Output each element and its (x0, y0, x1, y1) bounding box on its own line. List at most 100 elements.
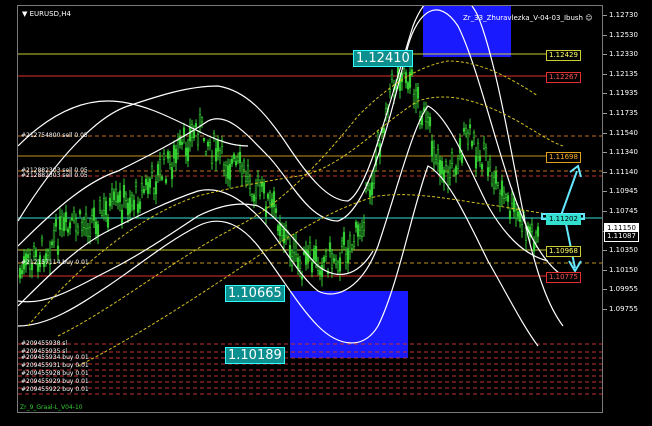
axis-tick-mark (603, 250, 607, 252)
candle-body (204, 151, 208, 155)
candle-body (372, 170, 376, 184)
candle-body (490, 175, 494, 185)
axis-tick-mark (603, 171, 607, 173)
candle-body (114, 188, 118, 202)
candle-body (156, 164, 160, 176)
candle-body (224, 165, 228, 176)
candle-body (130, 194, 134, 206)
candle-body (318, 270, 322, 276)
candle-body (334, 259, 338, 265)
candle-body (34, 249, 38, 257)
candle-body (466, 132, 470, 145)
candle-body (496, 182, 500, 186)
candle-body (390, 73, 394, 81)
candle-body (482, 142, 486, 149)
price-tag: 1.12429 (546, 50, 581, 61)
candle-body (440, 161, 444, 174)
candle-body (296, 257, 300, 269)
candle-body (434, 159, 438, 163)
symbol-timeframe: EURUSD,H4 (29, 10, 71, 18)
candle-body (480, 164, 484, 170)
candle-body (530, 223, 534, 232)
candle-body (358, 229, 362, 236)
candle-body (514, 209, 518, 219)
axis-tick-label: 1.12530 (609, 30, 638, 39)
candle-body (168, 157, 172, 165)
price-tag: 1.11202 (546, 214, 581, 225)
candle-body (410, 69, 414, 76)
footer-label: Zr_9_Graal-L_V04-10 (20, 404, 83, 411)
candle-body (198, 114, 202, 127)
candle-body (188, 126, 192, 142)
candle-body (484, 147, 488, 157)
order-label: #209455929 buy 0.01 (21, 378, 89, 385)
candle-body (226, 165, 230, 179)
candle-body (102, 197, 106, 211)
axis-tick-mark (603, 73, 607, 75)
candle-body (94, 221, 98, 235)
candle-body (332, 258, 336, 262)
axis-tick-mark (603, 15, 607, 16)
price-tag: 1.12267 (546, 72, 581, 83)
candle-body (186, 147, 190, 162)
candle-body (100, 212, 104, 217)
candle-body (498, 193, 502, 207)
candle-body (446, 172, 450, 186)
candle-body (508, 210, 512, 220)
candle-body (112, 191, 116, 200)
candle-body (324, 251, 328, 258)
candle-body (464, 127, 468, 135)
axis-tick-label: 1.10745 (609, 207, 638, 215)
axis-tick-label: 1.09955 (609, 285, 638, 294)
candle-body (214, 148, 218, 162)
chart-window[interactable]: ▼ EURUSD,H4 Zr_33_Zhuravlezka_V-04-03_Ib… (17, 5, 603, 413)
candle-body (350, 244, 354, 249)
candle-body (234, 160, 238, 166)
candle-body (126, 202, 130, 216)
candle-body (312, 248, 316, 260)
price-chart[interactable] (18, 6, 603, 413)
order-label: #212882303 sell 0.05 (21, 172, 88, 179)
candle-body (462, 128, 466, 132)
candle-body (104, 201, 108, 216)
candle-body (210, 156, 214, 164)
candle-body (172, 145, 176, 159)
candle-body (436, 149, 440, 164)
candle-body (174, 148, 178, 164)
candle-body (52, 230, 56, 243)
candle-body (414, 90, 418, 104)
candle-body (314, 245, 318, 262)
candle-body (354, 221, 358, 228)
candle-body (258, 185, 262, 196)
candle-body (438, 159, 442, 176)
dropdown-icon[interactable]: ▼ (22, 10, 27, 18)
candle-body (450, 152, 454, 164)
candle-body (330, 253, 334, 269)
candle-body (62, 217, 66, 232)
candle-body (470, 141, 474, 147)
axis-tick-mark (603, 289, 607, 291)
axis-tick-label: 1.11340 (609, 148, 638, 157)
candle-body (288, 244, 292, 259)
candle-body (272, 191, 276, 208)
candle-body (488, 158, 492, 169)
candle-body (294, 241, 298, 255)
candle-body (164, 179, 168, 184)
candle-body (344, 253, 348, 264)
candle-body (184, 147, 188, 157)
indicator-header: Zr_33_Zhuravlezka_V-04-03_Ibush ☺ (463, 14, 593, 22)
axis-tick-label: 1.10150 (609, 265, 638, 274)
candle-body (202, 137, 206, 142)
order-label: #209455928 buy 0.01 (21, 370, 89, 377)
candle-body (88, 226, 92, 238)
candle-body (64, 212, 68, 223)
candle-body (256, 175, 260, 181)
axis-tick-label: 1.11140 (609, 167, 638, 176)
candle-body (274, 208, 278, 213)
candle-body (26, 254, 30, 258)
candle-body (116, 195, 120, 203)
axis-tick-mark (603, 309, 607, 310)
candle-body (70, 217, 74, 221)
price-axis[interactable]: 1.12730 1.12530 1.12330 1.12135 1.11935 1.117… (603, 5, 652, 413)
candle-body (254, 183, 258, 199)
